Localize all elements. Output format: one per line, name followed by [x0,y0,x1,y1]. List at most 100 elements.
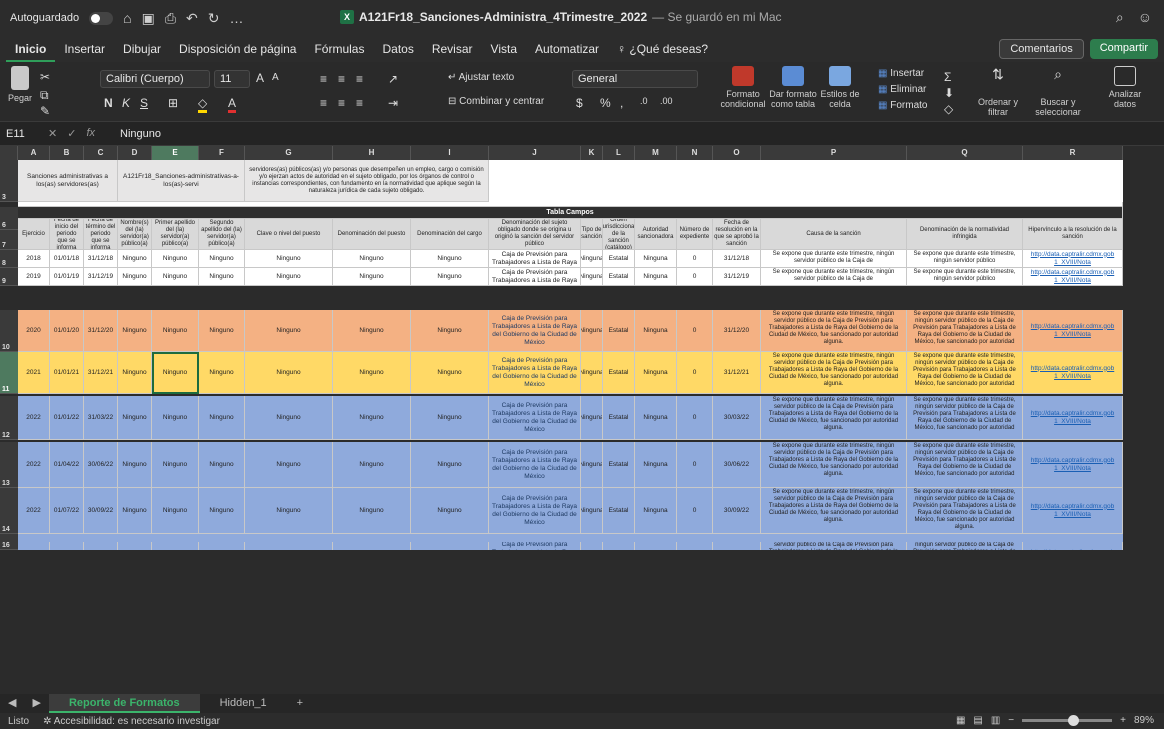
align-middle-icon[interactable]: ≡ [338,72,345,86]
cell-R9[interactable]: http://data.captralir.cdmx.gob 1_XVIII/N… [1023,268,1123,286]
cancel-icon[interactable]: ✕ [48,127,57,140]
corner-select-all[interactable] [0,146,18,160]
more-icon[interactable]: … [230,10,244,27]
zoom-in-icon[interactable]: + [1120,715,1126,726]
print-icon[interactable]: ⎙ [165,10,176,27]
row-header-13[interactable]: 13 [0,442,18,488]
col-header-L[interactable]: L [603,146,635,160]
zoom-out-icon[interactable]: − [1008,715,1014,726]
bold-icon[interactable]: N [104,96,113,110]
comments-button[interactable]: Comentarios [999,39,1084,59]
formula-input[interactable]: Ninguno [110,128,161,140]
comma-icon[interactable]: , [620,96,623,110]
align-top-icon[interactable]: ≡ [320,72,327,86]
align-right-icon[interactable]: ≡ [356,96,363,110]
spreadsheet-grid[interactable]: ABCDEFGHIJKLMNOPQR3678910111213141516San… [0,146,1164,694]
col-header-M[interactable]: M [635,146,677,160]
sheet-tab-0[interactable]: Reporte de Formatos [48,694,200,713]
conditional-format-button[interactable]: Formato condicional [718,66,768,109]
italic-icon[interactable]: K [122,96,130,110]
decimal-decrease-icon[interactable]: .00 [660,96,673,106]
row-header-12[interactable]: 12 [0,396,18,440]
page-break-icon[interactable]: ▥ [991,715,1000,726]
cell-R11[interactable]: http://data.captralir.cdmx.gob 1_XVIII/N… [1023,352,1123,394]
row-header-3[interactable]: 3 [0,160,18,202]
underline-icon[interactable]: S [140,96,148,110]
col-header-P[interactable]: P [761,146,907,160]
cell-styles-button[interactable]: Estilos de celda [818,66,862,109]
name-box[interactable]: E11 [0,128,40,140]
decimal-increase-icon[interactable]: .0 [640,96,648,106]
cut-icon[interactable]: ✂ [40,70,50,84]
col-header-Q[interactable]: Q [907,146,1023,160]
format-cells-button[interactable]: ▦ Formato [878,100,927,111]
account-icon[interactable]: ☺ [1138,9,1152,26]
col-header-D[interactable]: D [118,146,152,160]
save-icon[interactable]: ▣ [142,10,155,27]
col-header-B[interactable]: B [50,146,84,160]
accessibility-status[interactable]: ✲ Accesibilidad: es necesario investigar [43,716,220,727]
cell-R13[interactable]: http://data.captralir.cdmx.gob 1_XVIII/N… [1023,442,1123,488]
cell-R14[interactable]: http://data.captralir.cdmx.gob 1_XVIII/N… [1023,488,1123,534]
paste-button[interactable]: Pegar [8,66,32,103]
share-button[interactable]: Compartir [1089,39,1158,59]
enter-icon[interactable]: ✓ [67,127,76,140]
cell-R10[interactable]: http://data.captralir.cdmx.gob 1_XVIII/N… [1023,310,1123,352]
currency-icon[interactable]: $ [576,96,583,110]
shrink-font-icon[interactable]: A [272,72,279,83]
row-header-14[interactable]: 14 [0,488,18,534]
search-icon[interactable]: ⌕ [1116,9,1124,26]
normal-view-icon[interactable]: ▦ [956,715,965,726]
indent-icon[interactable]: ⇥ [388,96,398,110]
tab-6[interactable]: Revisar [423,36,482,62]
undo-icon[interactable]: ↶ [186,10,198,27]
tab-4[interactable]: Fórmulas [305,36,373,62]
tab-0[interactable]: Inicio [6,36,56,62]
wrap-text-button[interactable]: ↵ Ajustar texto [448,72,514,83]
tab-2[interactable]: Dibujar [114,36,170,62]
next-sheet-icon[interactable]: ▶ [24,694,48,713]
font-size-select[interactable]: 11 [214,70,250,88]
col-header-I[interactable]: I [411,146,489,160]
sheet-tab-1[interactable]: Hidden_1 [200,694,287,713]
merge-center-button[interactable]: ⊟ Combinar y centrar [448,96,544,107]
tab-1[interactable]: Insertar [55,36,114,62]
align-left-icon[interactable]: ≡ [320,96,327,110]
col-header-A[interactable]: A [18,146,50,160]
fill-icon[interactable]: ⬇ [944,86,954,100]
find-select-button[interactable]: ⌕ Buscar y seleccionar [1030,66,1086,117]
tab-3[interactable]: Disposición de página [170,36,305,62]
tab-8[interactable]: Automatizar [526,36,608,62]
row-header-9[interactable]: 9 [0,268,18,286]
orientation-icon[interactable]: ↗ [388,72,398,86]
cell-R8[interactable]: http://data.captralir.cdmx.gob 1_XVIII/N… [1023,250,1123,268]
number-format-select[interactable]: General [572,70,698,88]
col-header-E[interactable]: E [152,146,199,160]
add-sheet-icon[interactable]: + [287,694,313,713]
zoom-knob[interactable] [1068,715,1080,726]
insert-cells-button[interactable]: ▦ Insertar [878,68,924,79]
redo-icon[interactable]: ↻ [208,10,220,27]
tab-5[interactable]: Datos [373,36,422,62]
prev-sheet-icon[interactable]: ◀ [0,694,24,713]
analyze-data-button[interactable]: Analizar datos [1100,66,1150,109]
tab-7[interactable]: Vista [482,36,526,62]
autosum-icon[interactable]: Σ [944,70,951,84]
format-painter-icon[interactable]: ✎ [40,104,50,118]
font-name-select[interactable]: Calibri (Cuerpo) [100,70,210,88]
col-header-O[interactable]: O [713,146,761,160]
function-icon[interactable]: fx [86,127,95,140]
row-header-10[interactable]: 10 [0,310,18,352]
col-header-H[interactable]: H [333,146,411,160]
format-as-table-button[interactable]: Dar formato como tabla [768,66,818,109]
home-icon[interactable]: ⌂ [123,10,131,27]
col-header-J[interactable]: J [489,146,581,160]
copy-icon[interactable]: ⧉ [40,88,49,103]
font-color-icon[interactable]: A [228,96,237,113]
borders-icon[interactable]: ⊞ [168,96,178,110]
col-header-R[interactable]: R [1023,146,1123,160]
tell-me-search[interactable]: ♀ ¿Qué deseas? [608,36,717,62]
row-header-8[interactable]: 8 [0,250,18,268]
row-header-6[interactable]: 6 [0,207,18,230]
col-header-N[interactable]: N [677,146,713,160]
